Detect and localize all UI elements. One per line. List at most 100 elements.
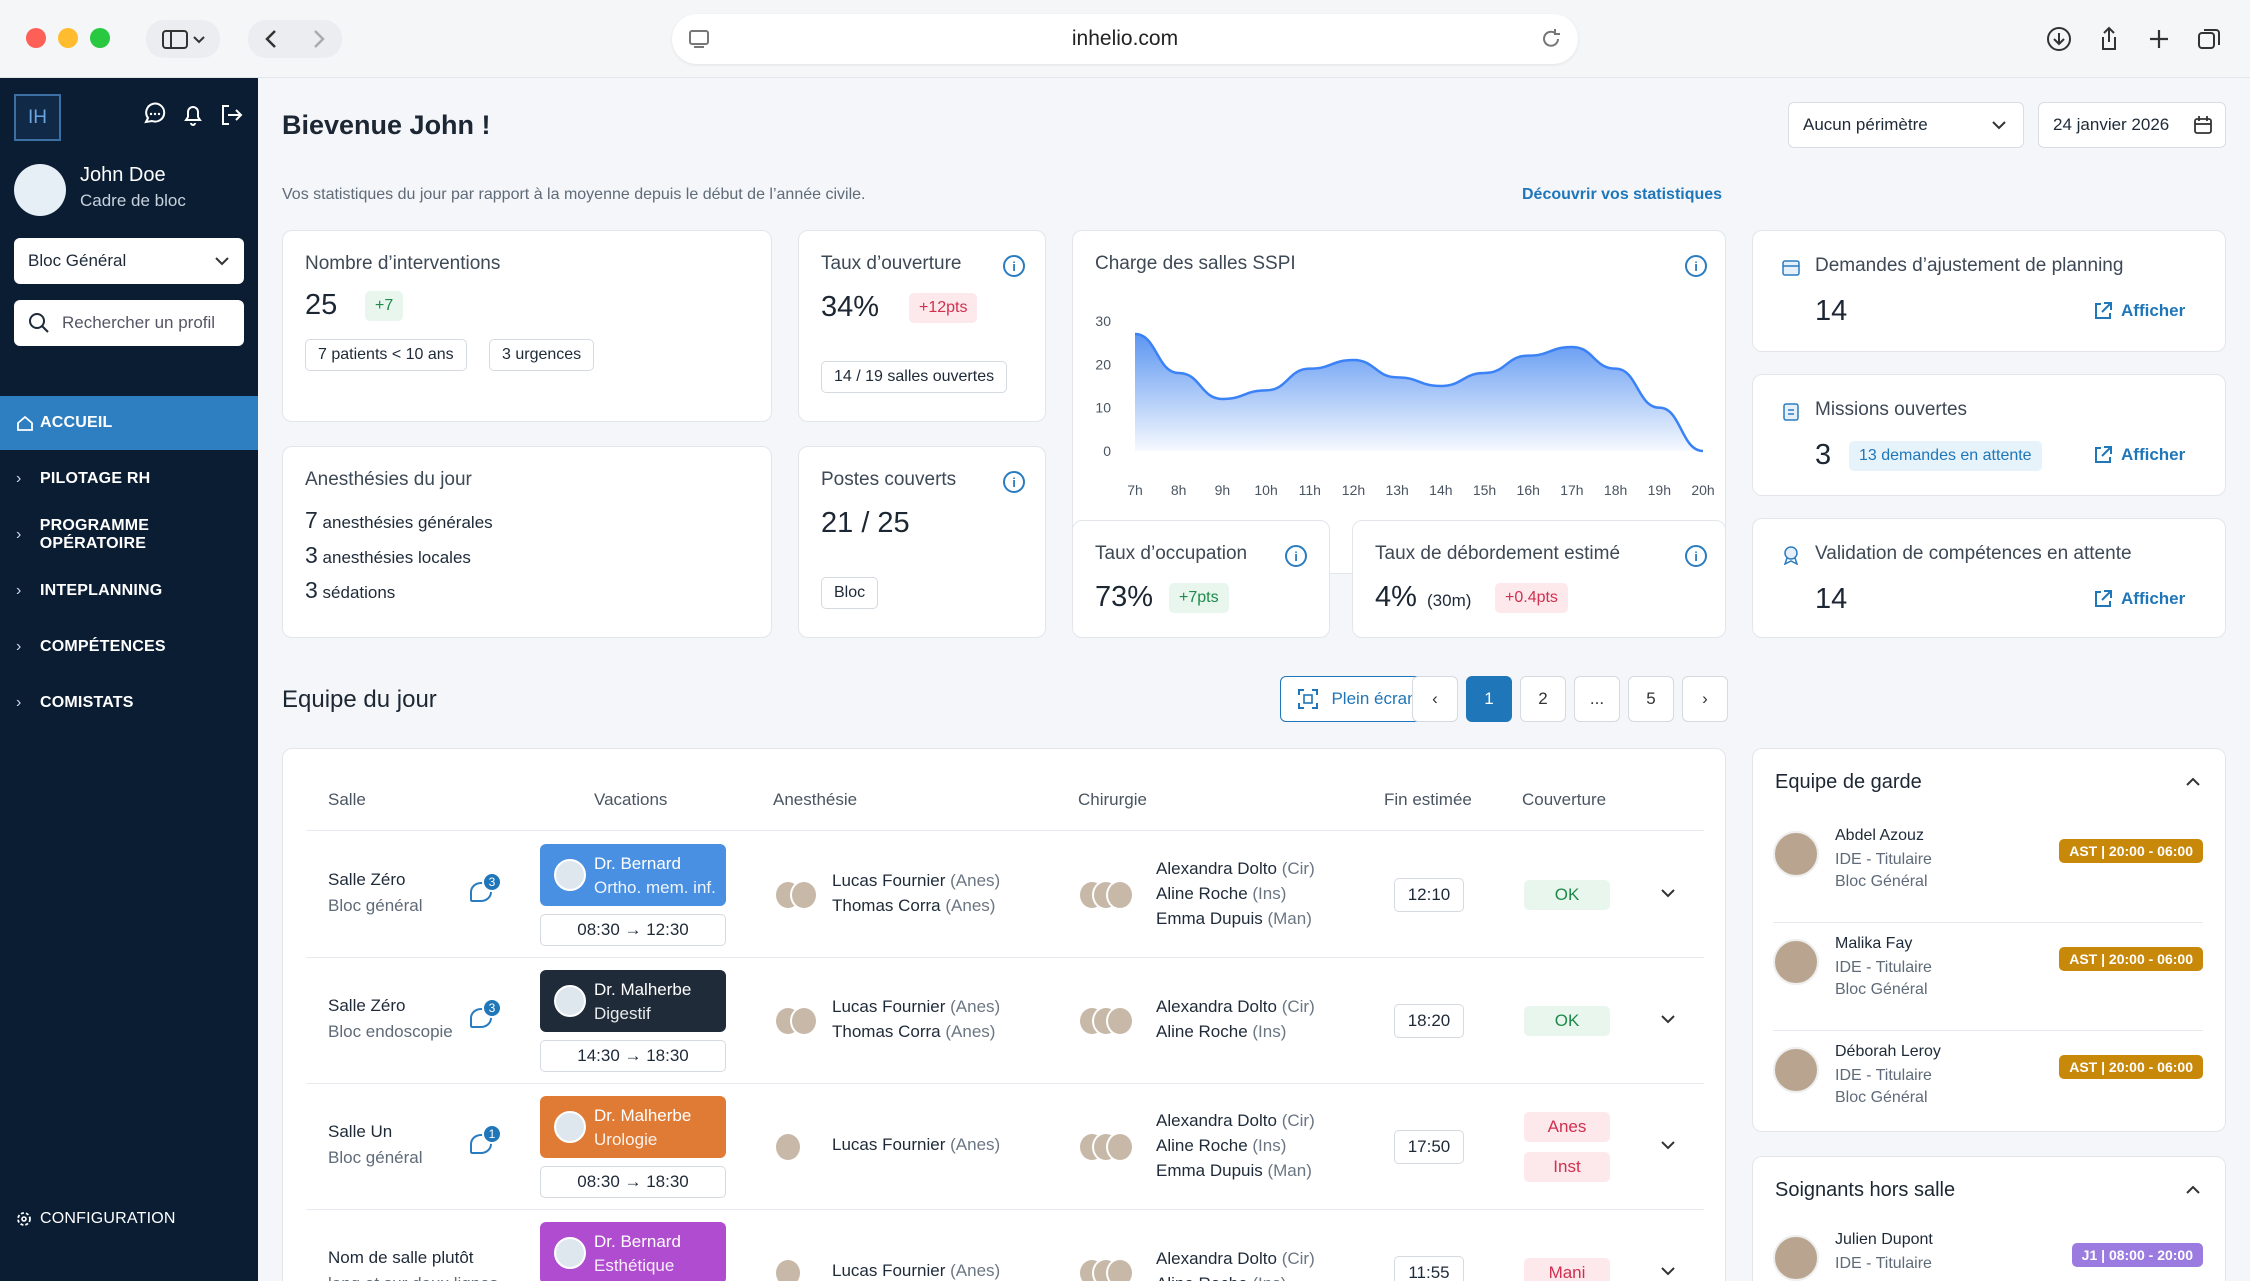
vacation-card[interactable]: Dr. Malherbe Digestif	[540, 970, 726, 1032]
vacation-card[interactable]: Dr. Bernard Esthétique	[540, 1222, 726, 1281]
info-icon[interactable]: i	[1685, 545, 1707, 567]
page-1-button[interactable]: 1	[1466, 676, 1512, 722]
anesthesie-generales: 7 anesthésies générales	[305, 507, 493, 533]
history-nav	[248, 20, 342, 58]
nav-programme-operatoire[interactable]: › PROGRAMME OPÉRATOIRE	[0, 508, 258, 562]
chevron-down-icon[interactable]	[1660, 1266, 1676, 1276]
page-2-button[interactable]: 2	[1520, 676, 1566, 722]
card-title: Taux d’ouverture	[821, 253, 962, 274]
maximize-window-button[interactable]	[90, 28, 110, 48]
page-icon	[689, 30, 709, 48]
nav-label: COMISTATS	[40, 694, 134, 711]
table-row[interactable]	[306, 1084, 1704, 1210]
address-bar[interactable]: inhelio.com	[672, 14, 1578, 64]
afficher-missions-link[interactable]: Afficher	[2093, 445, 2185, 465]
chevron-down-icon[interactable]	[1660, 888, 1676, 898]
nav-comistats[interactable]: › COMISTATS	[0, 676, 258, 730]
prev-page-button[interactable]: ‹	[1412, 676, 1458, 722]
afficher-competences-link[interactable]: Afficher	[2093, 589, 2185, 609]
close-window-button[interactable]	[26, 28, 46, 48]
vacation-card[interactable]: Dr. Malherbe Urologie	[540, 1096, 726, 1158]
debordement-card: Taux de débordement estimé i 4% (30m) +0…	[1352, 520, 1726, 638]
search-icon	[29, 313, 49, 333]
y-tick-label: 30	[1095, 313, 1111, 329]
share-button[interactable]	[2090, 20, 2128, 58]
vacation-card[interactable]: Dr. Bernard Ortho. mem. inf.	[540, 844, 726, 906]
logout-icon[interactable]	[218, 102, 244, 128]
garde-person[interactable]: Déborah Leroy IDE - Titulaire Bloc Génér…	[1773, 1031, 2203, 1139]
chevron-down-icon[interactable]	[1660, 1014, 1676, 1024]
stats-link[interactable]: Découvrir vos statistiques	[1522, 186, 1722, 204]
debordement-value: 4%	[1375, 581, 1417, 613]
col-chirurgie: Chirurgie	[1078, 790, 1147, 809]
nav-configuration[interactable]: CONFIGURATION	[0, 1192, 258, 1246]
nav-label: CONFIGURATION	[40, 1210, 176, 1227]
y-tick-label: 10	[1095, 400, 1111, 416]
afficher-label: Afficher	[2121, 445, 2186, 464]
avatar	[790, 880, 818, 910]
chat-icon[interactable]	[142, 102, 168, 128]
table-row[interactable]	[306, 1210, 1704, 1281]
avatar[interactable]	[14, 164, 66, 216]
salle-bloc: Bloc endoscopie	[328, 1022, 453, 1041]
garde-person[interactable]: Malika Fay IDE - Titulaire Bloc Général …	[1773, 923, 2203, 1031]
nav-accueil[interactable]: ACCUEIL	[0, 396, 258, 450]
info-icon[interactable]: i	[1003, 471, 1025, 493]
x-tick-label: 11h	[1299, 482, 1321, 498]
bell-icon[interactable]	[180, 102, 206, 128]
competences-value: 14	[1815, 583, 1848, 615]
reload-icon[interactable]	[1540, 28, 1562, 50]
sidebar-toggle-button[interactable]	[146, 20, 220, 58]
nav-inteplanning[interactable]: › INTEPLANNING	[0, 564, 258, 618]
chevron-up-icon[interactable]	[2185, 777, 2201, 787]
salle-bloc: long et sur deux lignes	[328, 1274, 498, 1281]
person-role: IDE - Titulaire	[1835, 959, 1932, 976]
chevron-up-icon[interactable]	[2185, 1185, 2201, 1195]
app-logo[interactable]: IH	[14, 94, 61, 141]
info-icon[interactable]: i	[1003, 255, 1025, 277]
chirurgie-avatars	[1078, 1006, 1148, 1036]
anesthesie-names: Lucas Fournier (Anes) Thomas Corra (Anes)	[832, 997, 1001, 1041]
profile-search-input[interactable]: Rechercher un profil	[14, 300, 244, 346]
page-5-button[interactable]: 5	[1628, 676, 1674, 722]
garde-person[interactable]: Abdel Azouz IDE - Titulaire Bloc Général…	[1773, 815, 2203, 923]
date-value: 24 janvier 2026	[2053, 115, 2170, 134]
table-row[interactable]	[306, 958, 1704, 1084]
tabs-overview-button[interactable]	[2190, 20, 2228, 58]
browser-toolbar: inhelio.com	[0, 0, 2250, 78]
avatar	[1773, 1235, 1819, 1281]
specialty: Ortho. mem. inf.	[594, 878, 716, 897]
table-row[interactable]	[306, 832, 1704, 958]
fullscreen-button[interactable]: Plein écran	[1280, 676, 1434, 722]
afficher-label: Afficher	[2121, 301, 2186, 320]
avatar	[1106, 880, 1134, 910]
chevron-right-icon: ›	[16, 638, 22, 655]
next-page-button[interactable]: ›	[1682, 676, 1728, 722]
coverage-status: Inst	[1524, 1152, 1610, 1182]
salles-tag: 14 / 19 salles ouvertes	[821, 361, 1008, 393]
new-tab-button[interactable]	[2140, 20, 2178, 58]
person-location: Bloc Général	[1835, 1089, 1928, 1106]
download-button[interactable]	[2040, 20, 2078, 58]
hors-salle-person[interactable]: Julien Dupont IDE - Titulaire J1 | 08:00…	[1773, 1219, 2203, 1281]
minimize-window-button[interactable]	[58, 28, 78, 48]
missions-value: 3	[1815, 439, 1832, 471]
info-icon[interactable]: i	[1285, 545, 1307, 567]
nav-competences[interactable]: › COMPÉTENCES	[0, 620, 258, 674]
nav-pilotage-rh[interactable]: › PILOTAGE RH	[0, 452, 258, 506]
bloc-select[interactable]: Bloc Général	[14, 238, 244, 284]
info-icon[interactable]: i	[1685, 255, 1707, 277]
sidebar-icon	[162, 30, 205, 49]
chevron-down-icon[interactable]	[1660, 1140, 1676, 1150]
chevron-right-icon: ›	[16, 694, 22, 711]
chevron-down-icon	[1992, 121, 2006, 130]
avatar	[554, 985, 586, 1017]
perimetre-select[interactable]: Aucun périmètre	[1788, 102, 2024, 148]
date-picker[interactable]: 24 janvier 2026	[2038, 102, 2226, 148]
avatar	[554, 859, 586, 891]
avatar	[554, 1237, 586, 1269]
specialty: Urologie	[594, 1130, 658, 1149]
shift-tag: AST | 20:00 - 06:00	[2059, 839, 2203, 863]
afficher-ajustement-link[interactable]: Afficher	[2093, 301, 2185, 321]
bloc-select-value: Bloc Général	[28, 251, 127, 270]
